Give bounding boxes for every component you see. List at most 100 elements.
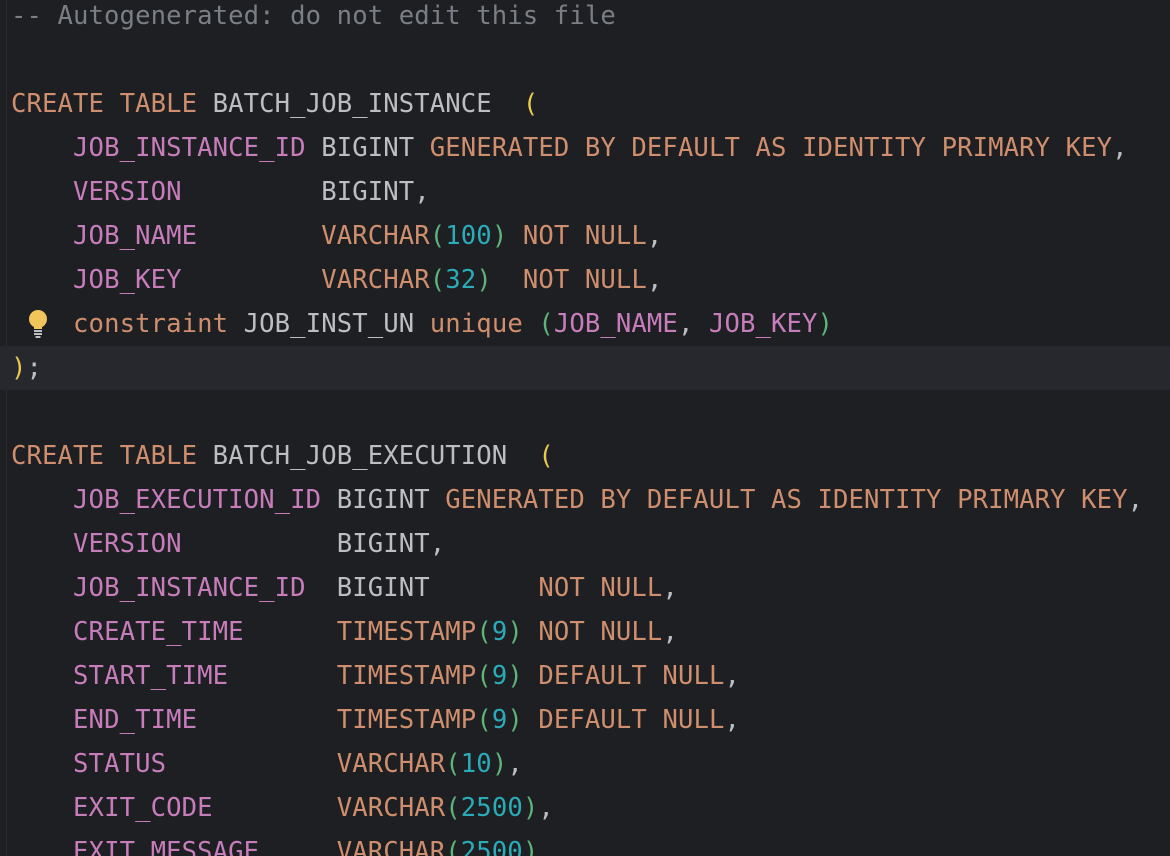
code-line[interactable]: JOB_INSTANCE_ID BIGINT NOT NULL,: [11, 566, 1170, 610]
token-keyword: VARCHAR: [321, 221, 430, 251]
token-punct: ;: [26, 353, 43, 383]
token-paren: (: [445, 793, 461, 823]
token-column: START_TIME: [73, 661, 229, 691]
token-column: JOB_INSTANCE_ID: [73, 573, 306, 603]
token-keyword: TIMESTAMP: [336, 705, 477, 735]
token-keyword: NOT NULL: [522, 221, 647, 251]
token-keyword: VARCHAR: [321, 265, 430, 295]
token-column: JOB_KEY: [73, 265, 182, 295]
token-keyword: GENERATED BY DEFAULT AS IDENTITY PRIMARY…: [445, 485, 1128, 515]
token-punct: ,: [724, 705, 740, 735]
token-column: STATUS: [73, 749, 167, 779]
code-line[interactable]: );: [0, 346, 1170, 390]
code-line[interactable]: VERSION BIGINT,: [11, 522, 1170, 566]
token-paren: ): [507, 661, 523, 691]
token-punct: ,: [677, 309, 709, 339]
token-paren: (: [429, 221, 446, 251]
code-line[interactable]: -- Autogenerated: do not edit this file: [11, 0, 1170, 38]
token-column: JOB_KEY: [708, 309, 818, 339]
token-column: END_TIME: [73, 705, 198, 735]
token-paren: (: [429, 265, 446, 295]
code-line[interactable]: VERSION BIGINT,: [11, 170, 1170, 214]
code-line[interactable]: [11, 390, 1170, 434]
token-punct: ,: [538, 793, 554, 823]
gutter-divider: [6, 0, 7, 856]
code-line[interactable]: CREATE_TIME TIMESTAMP(9) NOT NULL,: [11, 610, 1170, 654]
token-keyword: VARCHAR: [336, 837, 446, 856]
code-line[interactable]: EXIT_CODE VARCHAR(2500),: [11, 786, 1170, 830]
token-ident: BIGINT: [321, 177, 415, 207]
token-keyword: TABLE: [119, 89, 198, 119]
code-area[interactable]: -- Autogenerated: do not edit this file …: [0, 0, 1170, 856]
token-keyword: constraint: [73, 309, 229, 339]
code-line[interactable]: JOB_KEY VARCHAR(32) NOT NULL,: [11, 258, 1170, 302]
token-column: EXIT_MESSAGE: [73, 837, 260, 856]
token-column: CREATE_TIME: [73, 617, 244, 647]
code-line[interactable]: START_TIME TIMESTAMP(9) DEFAULT NULL,: [11, 654, 1170, 698]
token-ident: BIGINT: [336, 529, 430, 559]
lightbulb-icon[interactable]: [27, 309, 49, 339]
code-line[interactable]: [11, 38, 1170, 82]
code-line[interactable]: CREATE TABLE BATCH_JOB_EXECUTION (: [11, 434, 1170, 478]
code-line[interactable]: JOB_INSTANCE_ID BIGINT GENERATED BY DEFA…: [11, 126, 1170, 170]
token-keyword: NOT NULL: [538, 617, 663, 647]
token-ident: BIGINT: [336, 573, 430, 603]
token-paren: (: [538, 309, 554, 339]
token-keyword: NOT NULL: [522, 265, 647, 295]
token-keyword: VARCHAR: [336, 793, 446, 823]
token-comment: -- Autogenerated: do not edit this file: [11, 1, 616, 31]
token-paren: ): [817, 309, 834, 339]
token-ident: BIGINT: [321, 133, 415, 163]
code-line[interactable]: JOB_EXECUTION_ID BIGINT GENERATED BY DEF…: [11, 478, 1170, 522]
code-line[interactable]: STATUS VARCHAR(10),: [11, 742, 1170, 786]
token-punct: ,: [662, 573, 678, 603]
token-paren: ): [507, 705, 523, 735]
code-editor[interactable]: -- Autogenerated: do not edit this file …: [0, 0, 1170, 856]
code-line[interactable]: EXIT_MESSAGE VARCHAR(2500),: [11, 830, 1170, 856]
token-paren: (: [445, 837, 461, 856]
token-paren: (: [476, 661, 492, 691]
token-column: JOB_NAME: [553, 309, 678, 339]
token-keyword: unique: [429, 309, 523, 339]
token-keyword: DEFAULT NULL: [538, 705, 725, 735]
token-number: 10: [460, 749, 492, 779]
token-column: EXIT_CODE: [73, 793, 213, 823]
token-paren: ): [522, 793, 539, 823]
code-line[interactable]: JOB_NAME VARCHAR(100) NOT NULL,: [11, 214, 1170, 258]
token-ident: BATCH_JOB_INSTANCE: [212, 89, 492, 119]
code-line[interactable]: constraint JOB_INST_UN unique (JOB_NAME,…: [11, 302, 1170, 346]
token-punct: ,: [724, 661, 740, 691]
token-keyword: TABLE: [119, 441, 198, 471]
token-keyword: GENERATED BY DEFAULT AS IDENTITY PRIMARY…: [429, 133, 1113, 163]
code-line[interactable]: END_TIME TIMESTAMP(9) DEFAULT NULL,: [11, 698, 1170, 742]
code-line[interactable]: CREATE TABLE BATCH_JOB_INSTANCE (: [11, 82, 1170, 126]
token-keyword: VARCHAR: [336, 749, 446, 779]
token-number: 100: [445, 221, 492, 251]
token-keyword: NOT NULL: [538, 573, 663, 603]
token-paren-outer: (: [538, 441, 554, 471]
